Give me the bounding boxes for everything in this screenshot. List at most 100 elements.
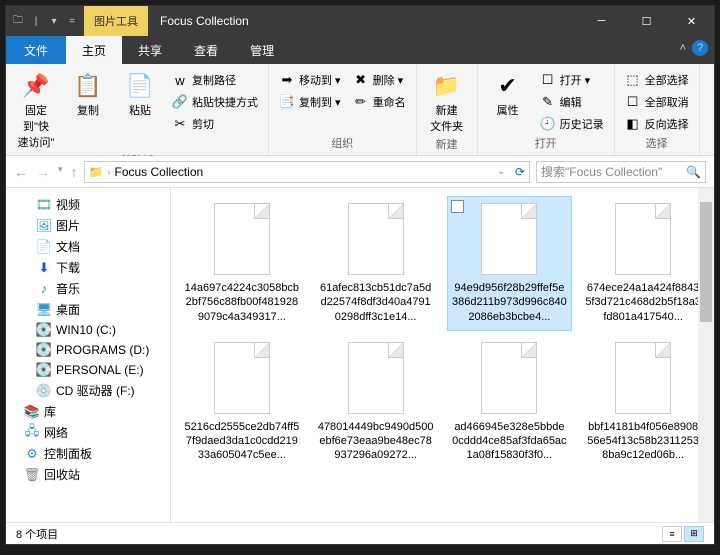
ribbon-button[interactable]: 📄粘贴 [116,70,164,120]
ribbon-button[interactable]: ✂剪切 [168,114,262,134]
ribbon-icon: ◧ [625,116,641,132]
ribbon-group: ➡移动到 ▾📑复制到 ▾✖删除 ▾✏重命名组织 [269,64,417,155]
ribbon-tabs: 文件 主页共享查看管理 ˄ ? [6,36,714,64]
ribbon-group-label: 组织 [275,135,410,153]
tree-item[interactable]: 📄文档 [6,236,170,257]
ribbon-button[interactable]: 📋复制 [64,70,112,120]
ribbon-icon: ⬚ [625,72,641,88]
ribbon-button[interactable]: ➡移动到 ▾ [275,70,345,90]
ribbon-group: ⬚全部选择☐全部取消◧反向选择选择 [615,64,700,155]
breadcrumb-item[interactable]: Focus Collection [114,165,203,179]
ribbon-collapse-icon[interactable]: ˄ [680,42,686,54]
ribbon-group: ✔属性☐打开 ▾✎编辑🕘历史记录打开 [478,64,615,155]
ribbon-icon: ✖ [353,72,369,88]
address-box[interactable]: 📁 › Focus Collection ⌄ ⟳ [84,161,530,183]
ribbon-button[interactable]: ✖删除 ▾ [349,70,410,90]
window-controls: ─ ☐ ✕ [579,6,714,36]
ribbon-button[interactable]: ☐全部取消 [621,92,693,112]
tree-item[interactable]: 💽WIN10 (C:) [6,320,170,340]
scrollbar[interactable] [698,188,714,522]
tab-3[interactable]: 管理 [234,36,290,64]
item-count: 8 个项目 [16,526,58,542]
tree-item[interactable]: 🖥桌面 [6,299,170,320]
ribbon-button[interactable]: 📑复制到 ▾ [275,92,345,112]
tree-item[interactable]: 📚库 [6,401,170,422]
tree-label: 音乐 [56,280,80,297]
ribbon-icon: 📋 [74,72,102,100]
tree-item[interactable]: 🖼图片 [6,215,170,236]
ribbon-icon: ➡ [279,72,295,88]
ribbon-button[interactable]: ☐打开 ▾ [536,70,608,90]
address-dropdown-icon[interactable]: ⌄ [497,166,505,177]
back-button[interactable]: ← [14,164,28,180]
ribbon-button[interactable]: 🔗粘贴快捷方式 [168,92,262,112]
file-item[interactable]: 94e9d956f28b29ffef5e386d211b973d996c8402… [447,196,573,331]
file-item[interactable]: 61afec813cb51dc7a5dd22574f8df3d40a479102… [313,196,439,331]
window-title: Focus Collection [148,14,579,28]
maximize-button[interactable]: ☐ [624,6,669,36]
qat-overflow-icon[interactable]: = [64,13,80,29]
ribbon-icon: 📌 [22,72,50,100]
ribbon: 📌固定到"快 速访问"📋复制📄粘贴w复制路径🔗粘贴快捷方式✂剪切剪贴板➡移动到 … [6,64,714,156]
contextual-tab-label: 图片工具 [84,6,148,36]
file-item[interactable]: ad466945e328e5bbde0cddd4ce85af3fda65ac1a… [447,335,573,470]
up-button[interactable]: ↑ [71,164,78,180]
ribbon-button[interactable]: 📌固定到"快 速访问" [12,70,60,152]
ribbon-button[interactable]: ⬚全部选择 [621,70,693,90]
tree-item[interactable]: 🖧网络 [6,422,170,443]
minimize-button[interactable]: ─ [579,6,624,36]
ribbon-group: 📁新建 文件夹新建 [417,64,478,155]
file-name: bbf14181b4f056e890856e54f13c58b23112538b… [585,420,701,463]
forward-button[interactable]: → [36,164,50,180]
ribbon-group-label: 打开 [484,135,608,153]
tree-item[interactable]: 💽PERSONAL (E:) [6,360,170,380]
ribbon-button[interactable]: ✔属性 [484,70,532,120]
file-icon [481,203,537,275]
address-bar: ← → ▾ ↑ 📁 › Focus Collection ⌄ ⟳ 搜索"Focu… [6,156,714,188]
ribbon-button[interactable]: ✎编辑 [536,92,608,112]
file-item[interactable]: bbf14181b4f056e890856e54f13c58b23112538b… [580,335,706,470]
tree-label: 下载 [56,259,80,276]
tree-icon: ♪ [36,281,52,297]
tree-label: 库 [44,403,56,420]
tree-item[interactable]: 💿CD 驱动器 (F:) [6,380,170,401]
scrollbar-thumb[interactable] [700,202,712,322]
tab-0[interactable]: 主页 [66,36,122,64]
tree-icon: ⚙ [24,446,40,462]
ribbon-button[interactable]: ✏重命名 [349,92,410,112]
refresh-button[interactable]: ⟳ [515,165,525,179]
nav-arrows: ← → ▾ ↑ [14,164,78,180]
ribbon-button[interactable]: 📁新建 文件夹 [423,70,471,136]
ribbon-button[interactable]: w复制路径 [168,70,262,90]
tree-item[interactable]: 🎞视频 [6,194,170,215]
file-list[interactable]: 14a697c4224c3058bcb2bf756c88fb00f4819289… [171,188,714,522]
view-toggle: ≡ ⊞ [662,526,704,542]
tree-item[interactable]: 🗑回收站 [6,464,170,485]
file-item[interactable]: 674ece24a1a424f88435f3d721c468d2b5f18a3f… [580,196,706,331]
recent-dropdown-icon[interactable]: ▾ [58,164,63,180]
icons-view-button[interactable]: ⊞ [684,526,704,542]
file-name: 478014449bc9490d500ebf6e73eaa9be48ec7893… [318,420,434,463]
tree-icon: 💽 [36,322,52,338]
tab-1[interactable]: 共享 [122,36,178,64]
help-button[interactable]: ? [692,40,708,56]
details-view-button[interactable]: ≡ [662,526,682,542]
tree-item[interactable]: ⚙控制面板 [6,443,170,464]
search-box[interactable]: 搜索"Focus Collection" 🔍 [536,161,706,183]
file-name: 14a697c4224c3058bcb2bf756c88fb00f4819289… [184,281,300,324]
ribbon-right: ˄ ? [680,40,708,56]
file-menu[interactable]: 文件 [6,36,66,64]
file-item[interactable]: 14a697c4224c3058bcb2bf756c88fb00f4819289… [179,196,305,331]
qat-dropdown-icon[interactable]: ▾ [46,13,62,29]
close-button[interactable]: ✕ [669,6,714,36]
file-item[interactable]: 5216cd2555ce2db74ff57f9daed3da1c0cdd2193… [179,335,305,470]
tree-item[interactable]: ♪音乐 [6,278,170,299]
tab-2[interactable]: 查看 [178,36,234,64]
tree-item[interactable]: 💽PROGRAMS (D:) [6,340,170,360]
file-icon [214,203,270,275]
ribbon-button[interactable]: 🕘历史记录 [536,114,608,134]
file-item[interactable]: 478014449bc9490d500ebf6e73eaa9be48ec7893… [313,335,439,470]
tree-item[interactable]: ⬇下载 [6,257,170,278]
ribbon-button[interactable]: ◧反向选择 [621,114,693,134]
search-icon[interactable]: 🔍 [686,165,701,179]
